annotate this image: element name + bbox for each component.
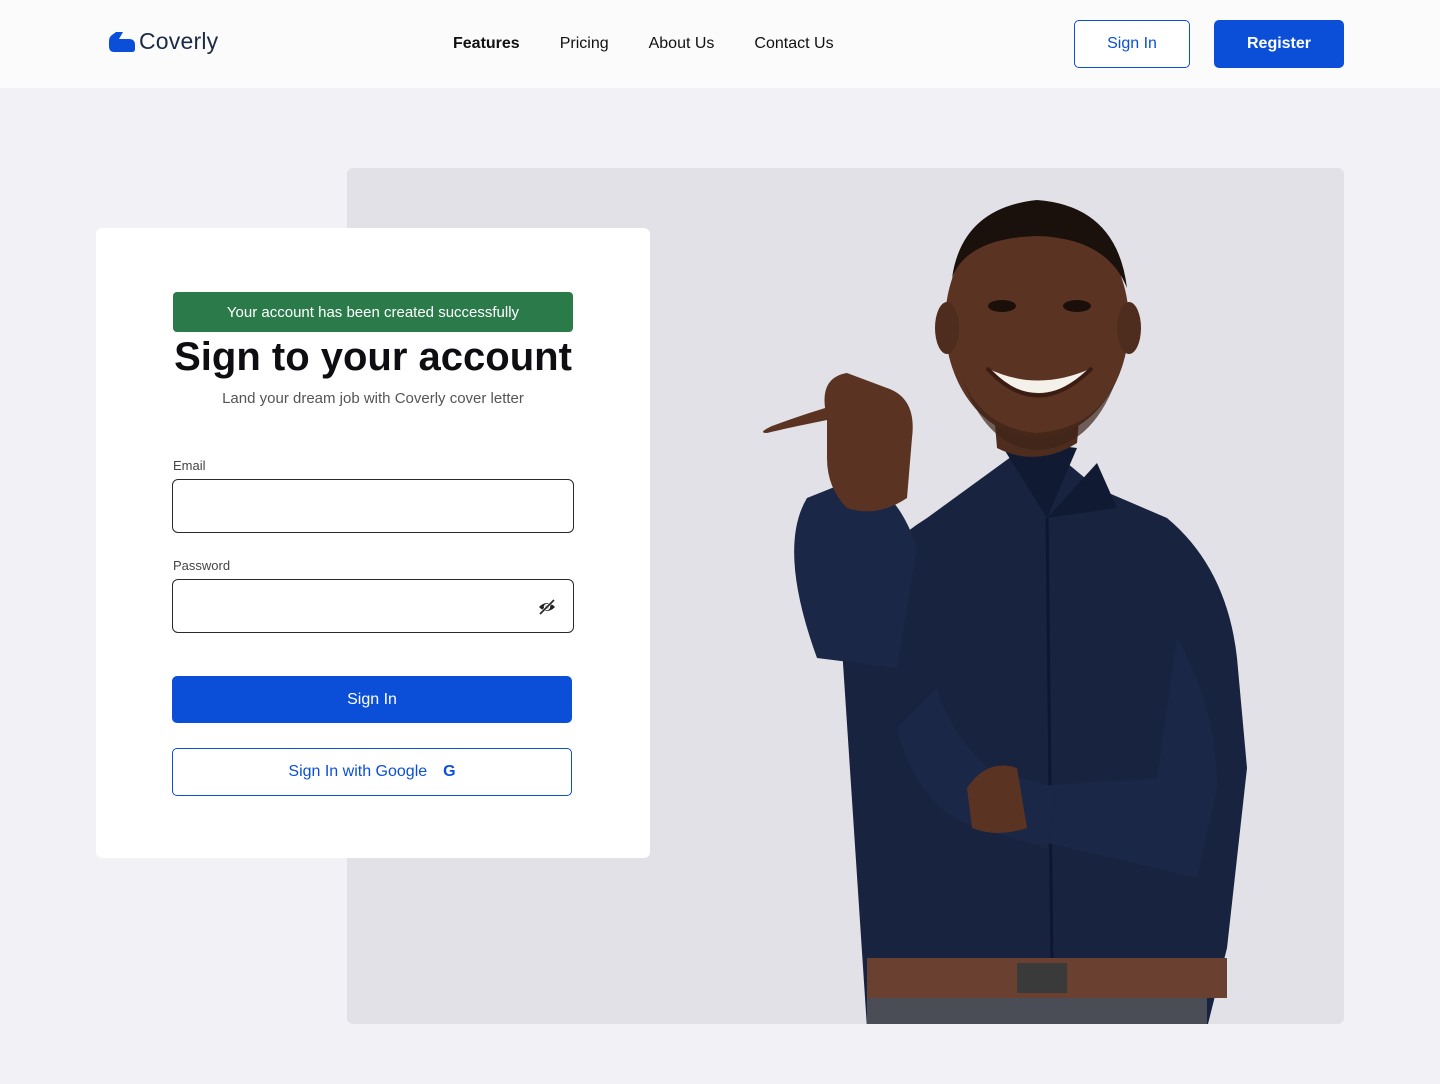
page-title: Sign to your account xyxy=(174,335,572,379)
top-navbar: Coverly Features Pricing About Us Contac… xyxy=(0,0,1440,88)
header-register-button[interactable]: Register xyxy=(1214,20,1344,68)
google-sign-in-label: Sign In with Google xyxy=(288,763,428,780)
nav-features[interactable]: Features xyxy=(453,34,520,54)
sign-in-button[interactable]: Sign In xyxy=(172,676,572,723)
google-sign-in-button[interactable]: Sign In with Google G xyxy=(172,748,572,796)
logo-mark-icon xyxy=(109,31,135,52)
sign-in-card: Your account has been created successful… xyxy=(96,228,650,858)
nav-pricing[interactable]: Pricing xyxy=(560,34,609,54)
brand-name: Coverly xyxy=(139,28,219,54)
success-alert: Your account has been created successful… xyxy=(173,292,573,332)
hero-person-image xyxy=(763,200,1247,1024)
eye-off-icon[interactable] xyxy=(537,597,557,617)
password-field[interactable] xyxy=(173,580,573,632)
nav-contact-us[interactable]: Contact Us xyxy=(754,34,833,54)
email-field[interactable] xyxy=(173,480,573,532)
main-nav: Features Pricing About Us Contact Us xyxy=(453,34,874,54)
google-icon: G xyxy=(443,763,456,780)
password-label: Password xyxy=(173,558,231,573)
email-label: Email xyxy=(173,458,206,473)
header-sign-in-button[interactable]: Sign In xyxy=(1074,20,1190,68)
page-subtitle: Land your dream job with Coverly cover l… xyxy=(222,390,524,407)
brand-logo[interactable]: Coverly xyxy=(108,28,218,55)
nav-about-us[interactable]: About Us xyxy=(649,34,715,54)
password-field-wrapper xyxy=(172,579,574,633)
email-field-wrapper xyxy=(172,479,574,533)
